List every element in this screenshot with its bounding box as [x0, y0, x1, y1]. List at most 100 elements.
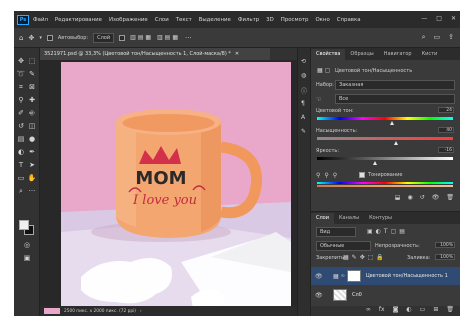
menu-select[interactable]: Выделение [199, 17, 231, 23]
brush-tool-icon[interactable]: ✐ [16, 108, 26, 118]
info-panel-icon[interactable]: ⓘ [301, 86, 307, 95]
saturation-slider-thumb[interactable] [394, 141, 398, 145]
menu-view[interactable]: Просмотр [281, 17, 309, 23]
lasso-tool-icon[interactable]: ➰ [16, 69, 26, 79]
character-panel-icon[interactable]: A [301, 114, 305, 121]
group-icon[interactable]: ▭ [420, 306, 426, 316]
tab-properties[interactable]: Свойства [311, 49, 346, 60]
tool-presets-icon[interactable]: ✎ [301, 128, 306, 135]
saturation-value-field[interactable]: 40 [438, 127, 454, 133]
more-tools-icon[interactable]: ··· [27, 186, 37, 196]
eyedropper-icons[interactable]: ⚲⚲⚲ [316, 172, 341, 179]
reset-icon[interactable]: ↺ [420, 194, 425, 201]
menu-3d[interactable]: 3D [266, 17, 274, 23]
menu-layers[interactable]: Слои [155, 17, 169, 23]
blend-mode-dropdown[interactable]: Обычные [316, 241, 371, 251]
clip-to-layer-icon[interactable]: ⬓ [395, 194, 401, 201]
view-previous-icon[interactable]: ◉ [407, 194, 412, 201]
link-layers-icon[interactable]: ∞ [366, 306, 371, 316]
visibility-icon[interactable]: 👁 [432, 194, 440, 201]
shape-tool-icon[interactable]: ▭ [16, 173, 26, 183]
menu-window[interactable]: Окно [315, 17, 329, 23]
layer-row-base[interactable]: 👁 Сл0 [311, 286, 460, 304]
image-canvas[interactable]: MOM I love you [61, 62, 291, 306]
dodge-tool-icon[interactable]: ◐ [16, 147, 26, 157]
history-panel-icon[interactable]: ⟲ [301, 58, 306, 65]
zoom-tool-icon[interactable]: ⌕ [16, 186, 26, 196]
hand-tool-icon[interactable]: ✋ [27, 173, 37, 183]
fx-icon[interactable]: fx [379, 306, 385, 316]
layer-filter-dropdown[interactable]: Вид [316, 227, 356, 237]
screen-mode-icon[interactable]: ▣ [22, 253, 32, 263]
document-tab[interactable]: 3521971.psd @ 33,3% (Цветовой тон/Насыще… [40, 48, 270, 60]
hue-slider-thumb[interactable] [390, 121, 394, 125]
move-tool-icon[interactable]: ✥ [28, 34, 34, 42]
delete-icon[interactable]: 🗑 [446, 194, 454, 201]
saturation-slider-track[interactable] [317, 137, 453, 140]
lightness-slider-thumb[interactable] [373, 161, 377, 165]
marquee-tool-icon[interactable]: ⬚ [27, 56, 37, 66]
auto-select-checkbox[interactable] [46, 34, 53, 41]
maximize-button[interactable]: □ [436, 15, 442, 22]
trash-icon[interactable]: 🗑 [446, 306, 454, 316]
path-select-icon[interactable]: ➤ [27, 160, 37, 170]
blur-tool-icon[interactable]: ● [27, 134, 37, 144]
quick-mask-icon[interactable]: ◎ [22, 240, 32, 250]
minimize-button[interactable]: — [421, 15, 427, 22]
adjustment-layer-add-icon[interactable]: ◐ [406, 306, 411, 316]
add-mask-icon[interactable]: ◙ [393, 306, 399, 316]
share-icon[interactable]: ⇪ [448, 33, 454, 42]
layer-thumbnail[interactable] [333, 289, 347, 301]
menu-edit[interactable]: Редактирование [55, 17, 102, 23]
adjust-panel-icon[interactable]: ◍ [301, 72, 306, 79]
workspace-icon[interactable]: ▭ [434, 33, 441, 42]
layer-filter-icons[interactable]: ▣◐T▢▤ [367, 228, 408, 235]
tab-paths[interactable]: Контуры [364, 213, 397, 224]
pen-tool-icon[interactable]: ✒ [27, 147, 37, 157]
transform-controls-checkbox[interactable] [119, 34, 126, 41]
crop-tool-icon[interactable]: ⌗ [16, 82, 26, 92]
foreground-color-swatch[interactable] [19, 220, 29, 230]
hue-value-field[interactable]: 24 [438, 107, 454, 113]
history-brush-icon[interactable]: ↺ [16, 121, 26, 131]
zoom-level-field[interactable] [44, 308, 60, 314]
type-tool-icon[interactable]: T [16, 160, 26, 170]
clone-stamp-icon[interactable]: ⎆ [27, 108, 37, 118]
colorize-checkbox[interactable] [359, 172, 365, 178]
new-layer-icon[interactable]: ⊞ [433, 306, 438, 316]
close-button[interactable]: ✕ [451, 15, 456, 22]
eyedropper-icon[interactable]: ⚲ [16, 95, 26, 105]
tab-swatches[interactable]: Образцы [345, 49, 378, 60]
auto-select-dropdown[interactable]: Слой [93, 32, 115, 43]
move-tool-icon[interactable]: ✥ [16, 56, 26, 66]
channel-dropdown[interactable]: Все [335, 94, 455, 104]
status-arrow-icon[interactable]: › [140, 309, 142, 314]
more-options-icon[interactable]: ··· [185, 34, 192, 42]
layer-row-adjustment[interactable]: 👁 ▦ ∞ Цветовой тон/Насыщенность 1 [311, 267, 460, 285]
close-tab-icon[interactable]: ✕ [235, 51, 239, 57]
hue-slider-track[interactable] [317, 117, 453, 120]
tab-navigator[interactable]: Навигатор [379, 49, 417, 60]
tab-channels[interactable]: Каналы [334, 213, 364, 224]
layer-mask-thumbnail[interactable] [346, 270, 361, 282]
lightness-slider-track[interactable] [317, 157, 453, 160]
visibility-eye-icon[interactable]: 👁 [315, 273, 323, 280]
preset-dropdown[interactable]: Заказная [335, 80, 455, 90]
opacity-field[interactable]: 100% [435, 242, 455, 248]
eraser-tool-icon[interactable]: ◫ [27, 121, 37, 131]
align-icons[interactable]: ▥▤▦ ▥▤▦ [130, 34, 180, 41]
fill-field[interactable]: 100% [435, 254, 455, 260]
menu-image[interactable]: Изображение [109, 17, 148, 23]
lock-icons[interactable]: ▦✎✥⬚🔒 [343, 254, 387, 261]
menu-filter[interactable]: Фильтр [238, 17, 259, 23]
menu-type[interactable]: Текст [176, 17, 192, 23]
tab-layers[interactable]: Слои [311, 213, 334, 224]
home-icon[interactable]: ⌂ [19, 34, 23, 42]
paragraph-panel-icon[interactable]: ¶ [301, 100, 305, 107]
frame-tool-icon[interactable]: ⊠ [27, 82, 37, 92]
gradient-tool-icon[interactable]: ▤ [16, 134, 26, 144]
menu-file[interactable]: Файл [33, 17, 48, 23]
healing-brush-icon[interactable]: ✚ [27, 95, 37, 105]
menu-help[interactable]: Справка [337, 17, 361, 23]
search-icon[interactable]: ⌕ [422, 33, 426, 42]
